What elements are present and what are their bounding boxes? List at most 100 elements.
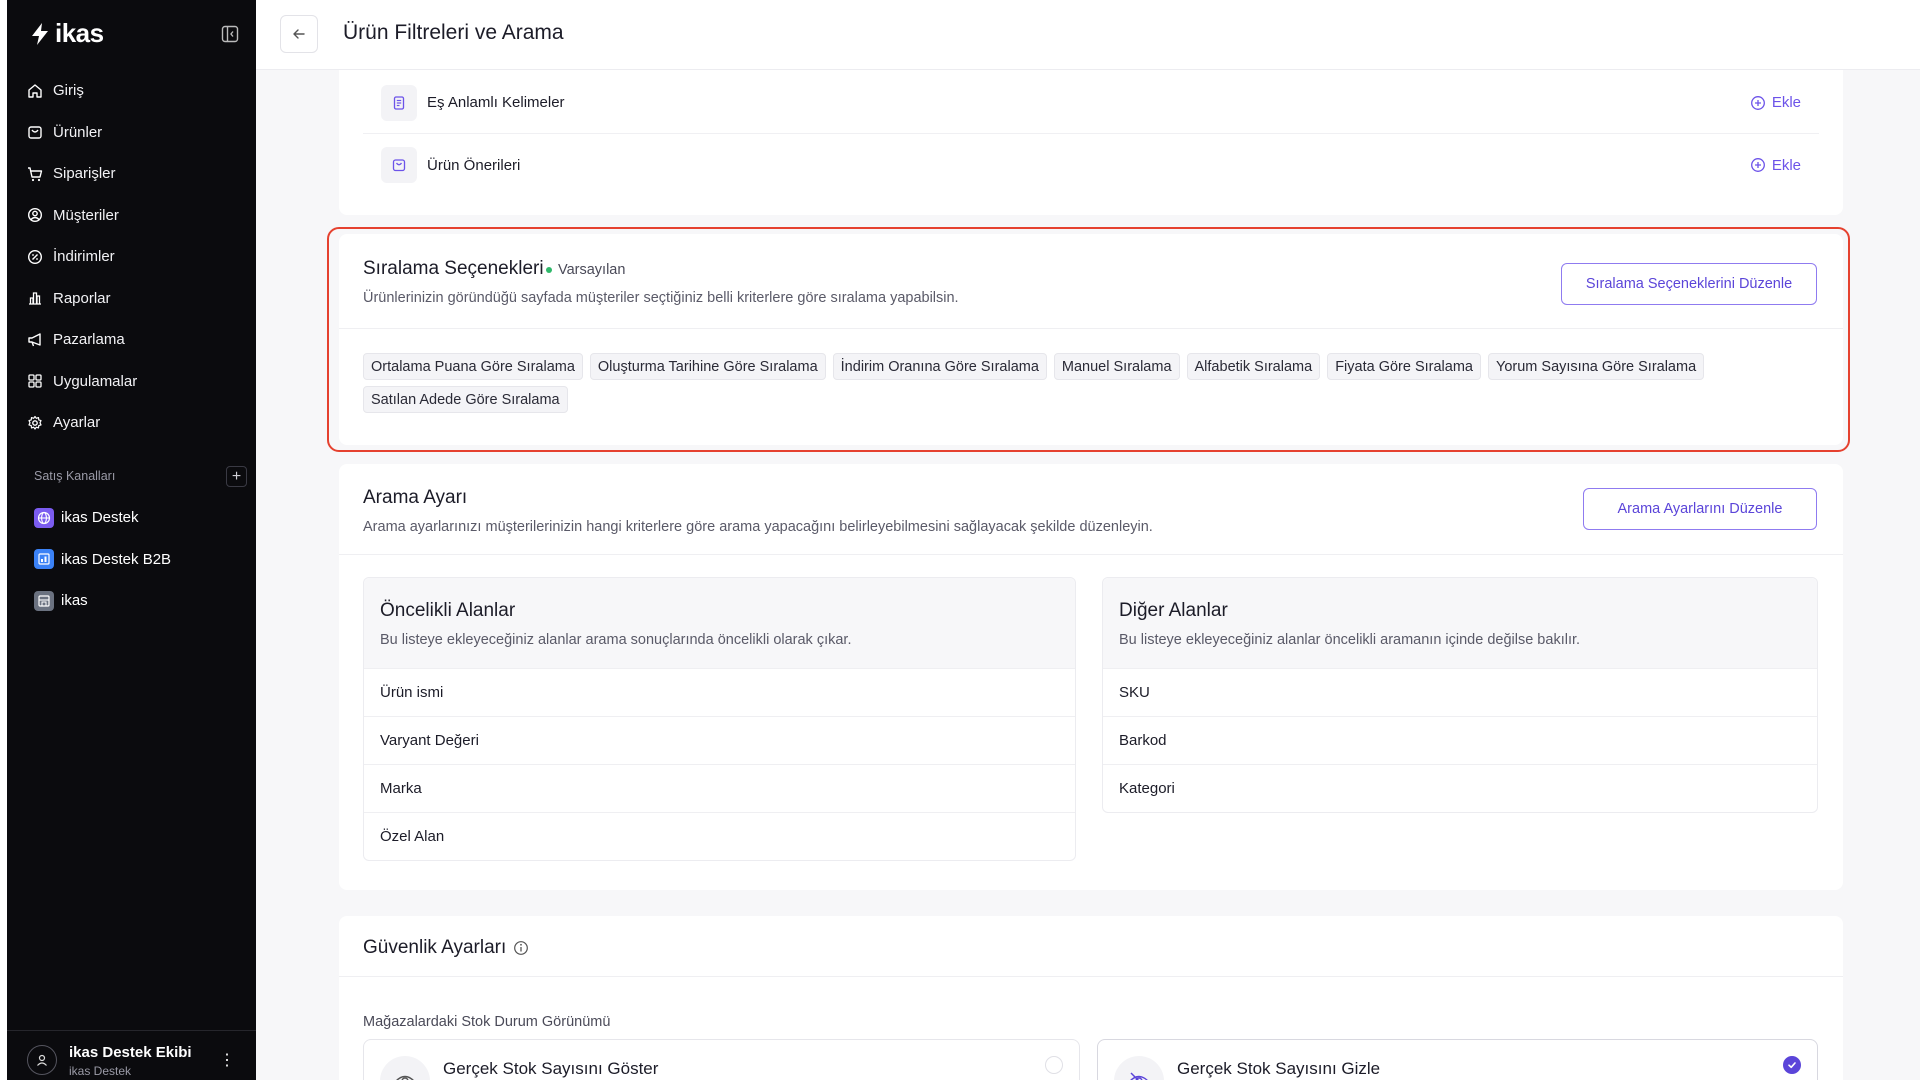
sidebar-item-label: Siparişler [53,165,116,183]
sorting-option-chip: Yorum Sayısına Göre Sıralama [1488,353,1705,380]
list-item: Kategori [1103,764,1817,812]
sidebar-item-pazarlama[interactable]: Pazarlama [27,319,242,361]
security-title-row: Güvenlik Ayarları [363,937,529,959]
document-icon [381,84,417,121]
check-icon [1788,1062,1796,1069]
channel-ikas-destek[interactable]: ikas Destek [34,497,249,539]
search-description: Arama ayarlarınızı müşterilerinizin hang… [363,519,1153,535]
sidebar-item-label: Uygulamalar [53,372,138,390]
sorting-option-chip: Oluşturma Tarihine Göre Sıralama [589,353,826,380]
channel-label: ikas Destek [61,509,139,527]
priority-fields-title: Öncelikli Alanlar [380,600,516,621]
user-avatar-icon [27,1045,57,1075]
store-icon [34,590,54,611]
eye-icon [380,1056,430,1080]
option-title: Gerçek Stok Sayısını Göster [443,1059,659,1078]
sidebar: ikas Giriş Ürünler Siparişler Müşteriler [0,0,256,1080]
bag-icon [381,147,417,183]
sorting-title: Sıralama Seçenekleri [363,258,544,279]
priority-fields-box: Öncelikli Alanlar Bu listeye ekleyeceğin… [363,577,1076,861]
more-vertical-icon[interactable]: ⋮ [219,1050,235,1070]
row-label: Ürün Önerileri [427,156,521,174]
priority-fields-header: Öncelikli Alanlar Bu listeye ekleyeceğin… [364,578,1075,668]
list-item: Barkod [1103,716,1817,764]
stock-view-label: Mağazalardaki Stok Durum Görünümü [363,1014,611,1030]
sidebar-item-siparisler[interactable]: Siparişler [27,153,242,195]
b2b-icon [34,549,54,570]
logo-text: ikas [55,18,104,48]
sorting-description: Ürünlerinizin göründüğü sayfada müşteril… [363,290,959,306]
sales-channels-list: ikas Destek ikas Destek B2B ikas [34,497,249,622]
sidebar-item-label: Raporlar [53,289,111,307]
eye-off-icon [1114,1056,1164,1080]
info-icon[interactable] [513,940,529,956]
add-label: Ekle [1771,94,1801,111]
sorting-options-list: Ortalama Puana Göre Sıralama Oluşturma T… [363,353,1823,413]
page-header: Ürün Filtreleri ve Arama [256,0,1920,70]
bag-icon [28,126,42,139]
row-label: Eş Anlamlı Kelimeler [427,94,565,111]
sidebar-item-uygulamalar[interactable]: Uygulamalar [27,361,242,403]
edit-sorting-button[interactable]: Sıralama Seçeneklerini Düzenle [1561,263,1817,305]
sidebar-collapse-icon[interactable] [221,25,239,43]
discount-icon [27,249,43,264]
channel-ikas-destek-b2b[interactable]: ikas Destek B2B [34,539,249,581]
sidebar-item-label: Ayarlar [53,414,101,432]
channel-label: ikas Destek B2B [61,550,172,568]
radio-button[interactable] [1045,1056,1063,1074]
list-item: Özel Alan [364,812,1075,860]
divider [339,554,1843,555]
sidebar-item-label: Ürünler [53,123,103,141]
main-content: Eş Anlamlı Kelimeler Ekle Ürün Önerileri… [256,70,1920,1080]
sidebar-nav: Giriş Ürünler Siparişler Müşteriler İndi… [27,70,242,444]
radio-button-checked[interactable] [1783,1056,1801,1074]
user-store: ikas Destek [69,1064,132,1078]
sidebar-item-musteriler[interactable]: Müşteriler [27,195,242,237]
hide-real-stock-option[interactable]: Gerçek Stok Sayısını Gizle [1097,1039,1818,1080]
sorting-option-chip: Fiyata Göre Sıralama [1327,353,1481,380]
divider [339,328,1843,329]
sidebar-panel: ikas Giriş Ürünler Siparişler Müşteriler [7,0,256,1080]
user-circle-icon [27,208,43,223]
gear-icon [28,415,42,430]
sorting-options-card: Sıralama Seçenekleri Varsayılan Ürünleri… [339,234,1843,445]
show-real-stock-option[interactable]: Gerçek Stok Sayısını Göster [363,1039,1080,1080]
plus-circle-icon [1750,95,1765,110]
page-title: Ürün Filtreleri ve Arama [343,21,564,44]
add-synonyms-button[interactable]: Ekle [1750,94,1801,111]
list-item-product-recommendations: Ürün Önerileri Ekle [363,134,1819,196]
channel-label: ikas [61,592,88,610]
related-settings-card: Eş Anlamlı Kelimeler Ekle Ürün Önerileri… [339,70,1843,215]
add-channel-button[interactable]: + [226,466,247,487]
sorting-option-chip: Satılan Adede Göre Sıralama [363,386,568,413]
sidebar-item-giris[interactable]: Giriş [27,70,242,112]
channel-ikas[interactable]: ikas [34,580,249,622]
add-label: Ekle [1771,156,1801,174]
sidebar-item-label: Giriş [53,82,84,100]
search-settings-card: Arama Ayarı Arama ayarlarınızı müşterile… [339,464,1843,890]
security-settings-card: Güvenlik Ayarları Mağazalardaki Stok Dur… [339,916,1843,1080]
sorting-option-chip: Ortalama Puana Göre Sıralama [363,353,583,380]
add-recommendations-button[interactable]: Ekle [1750,157,1801,174]
sidebar-item-urunler[interactable]: Ürünler [27,112,242,154]
search-title: Arama Ayarı [363,487,468,508]
arrow-left-icon [293,29,305,39]
list-item-synonyms: Eş Anlamlı Kelimeler Ekle [363,72,1819,134]
edit-search-button[interactable]: Arama Ayarlarını Düzenle [1583,488,1817,530]
status-dot [546,267,552,273]
sidebar-item-indirimler[interactable]: İndirimler [27,236,242,278]
grid-icon [28,374,42,388]
user-profile[interactable]: ikas Destek Ekibi ikas Destek ⋮ [7,1030,256,1080]
sidebar-item-raporlar[interactable]: Raporlar [27,278,242,320]
sidebar-item-ayarlar[interactable]: Ayarlar [27,402,242,444]
other-fields-title: Diğer Alanlar [1119,600,1228,621]
default-badge: Varsayılan [546,262,625,278]
back-button[interactable] [280,15,318,53]
priority-fields-description: Bu listeye ekleyeceğiniz alanlar arama s… [380,632,852,648]
home-icon [28,84,42,98]
list-item: Ürün ismi [364,668,1075,716]
option-title: Gerçek Stok Sayısını Gizle [1177,1059,1381,1078]
chart-icon [29,292,41,305]
logo[interactable]: ikas [29,18,104,49]
plus-circle-icon [1750,158,1765,172]
